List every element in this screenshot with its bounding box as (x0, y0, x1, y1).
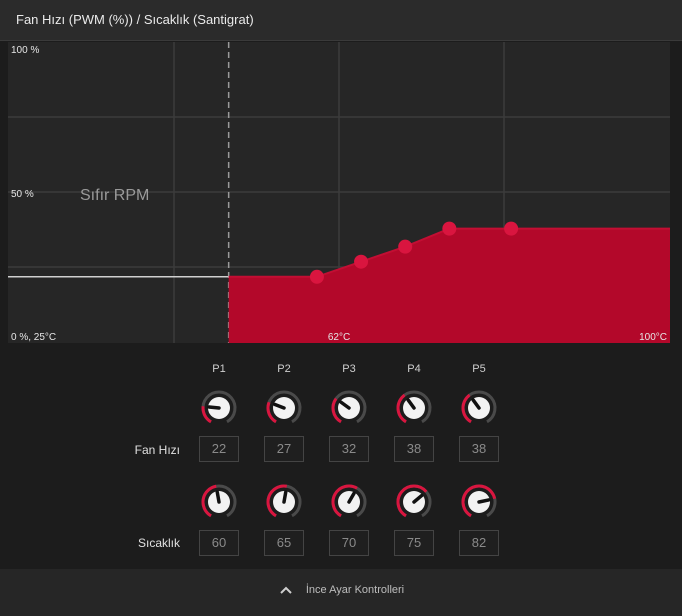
fan-speed-input-2[interactable]: 27 (264, 436, 304, 462)
origin-label: 0 %, 25°C (11, 332, 56, 343)
fan-curve-chart[interactable]: 100 % 50 % 0 %, 25°C 62°C 100°C Sıfır RPM (8, 42, 670, 343)
temperature-input-5[interactable]: 82 (459, 530, 499, 556)
fan-speed-input-4[interactable]: 38 (394, 436, 434, 462)
temperature-knob-2[interactable] (264, 482, 304, 522)
temperature-knob-1[interactable] (199, 482, 239, 522)
fan-curve-area (228, 228, 670, 343)
temperature-knob-5[interactable] (459, 482, 499, 522)
fan-speed-input-5[interactable]: 38 (459, 436, 499, 462)
temperature-row-label: Sıcaklık (137, 536, 180, 550)
point-label-4: P4 (407, 363, 421, 375)
x-label-max: 100°C (639, 332, 667, 343)
window-header: Fan Hızı (PWM (%)) / Sıcaklık (Santigrat… (0, 0, 682, 41)
temperature-input-1[interactable]: 60 (199, 530, 239, 556)
chart-title: Fan Hızı (PWM (%)) / Sıcaklık (Santigrat… (16, 12, 254, 27)
point-controls: Fan Hızı Sıcaklık P1 22 60 P2 27 65 P3 32 70 P4 38… (0, 343, 682, 569)
fan-speed-knob-4[interactable] (394, 388, 434, 428)
fan-speed-knob-3[interactable] (329, 388, 369, 428)
fine-tune-toggle[interactable]: İnce Ayar Kontrolleri (0, 569, 682, 610)
chevron-up-icon (280, 586, 292, 594)
curve-point-5[interactable] (504, 221, 519, 236)
footer-bar: İnce Ayar Kontrolleri (0, 569, 682, 616)
y-label-50: 50 % (11, 189, 34, 200)
curve-point-3[interactable] (398, 239, 413, 254)
temperature-input-4[interactable]: 75 (394, 530, 434, 556)
fan-speed-input-3[interactable]: 32 (329, 436, 369, 462)
point-label-1: P1 (212, 363, 226, 375)
x-label-mid: 62°C (328, 332, 350, 343)
fan-speed-knob-5[interactable] (459, 388, 499, 428)
curve-point-4[interactable] (442, 221, 457, 236)
fan-speed-knob-2[interactable] (264, 388, 304, 428)
temperature-input-3[interactable]: 70 (329, 530, 369, 556)
point-label-5: P5 (472, 363, 486, 375)
temperature-knob-4[interactable] (394, 482, 434, 522)
y-label-100: 100 % (11, 45, 39, 56)
fan-speed-input-1[interactable]: 22 (199, 436, 239, 462)
fine-tune-label: İnce Ayar Kontrolleri (305, 583, 405, 596)
temperature-input-2[interactable]: 65 (264, 530, 304, 556)
fan-speed-knob-1[interactable] (199, 388, 239, 428)
fan-speed-row-label: Fan Hızı (134, 443, 180, 457)
point-label-2: P2 (277, 363, 291, 375)
curve-point-2[interactable] (354, 254, 369, 269)
fan-curve-svg[interactable]: 100 % 50 % 0 %, 25°C 62°C 100°C Sıfır RPM (8, 42, 670, 343)
curve-point-1[interactable] (309, 269, 324, 284)
temperature-knob-3[interactable] (329, 482, 369, 522)
point-label-3: P3 (342, 363, 356, 375)
zero-rpm-label: Sıfır RPM (80, 187, 149, 204)
